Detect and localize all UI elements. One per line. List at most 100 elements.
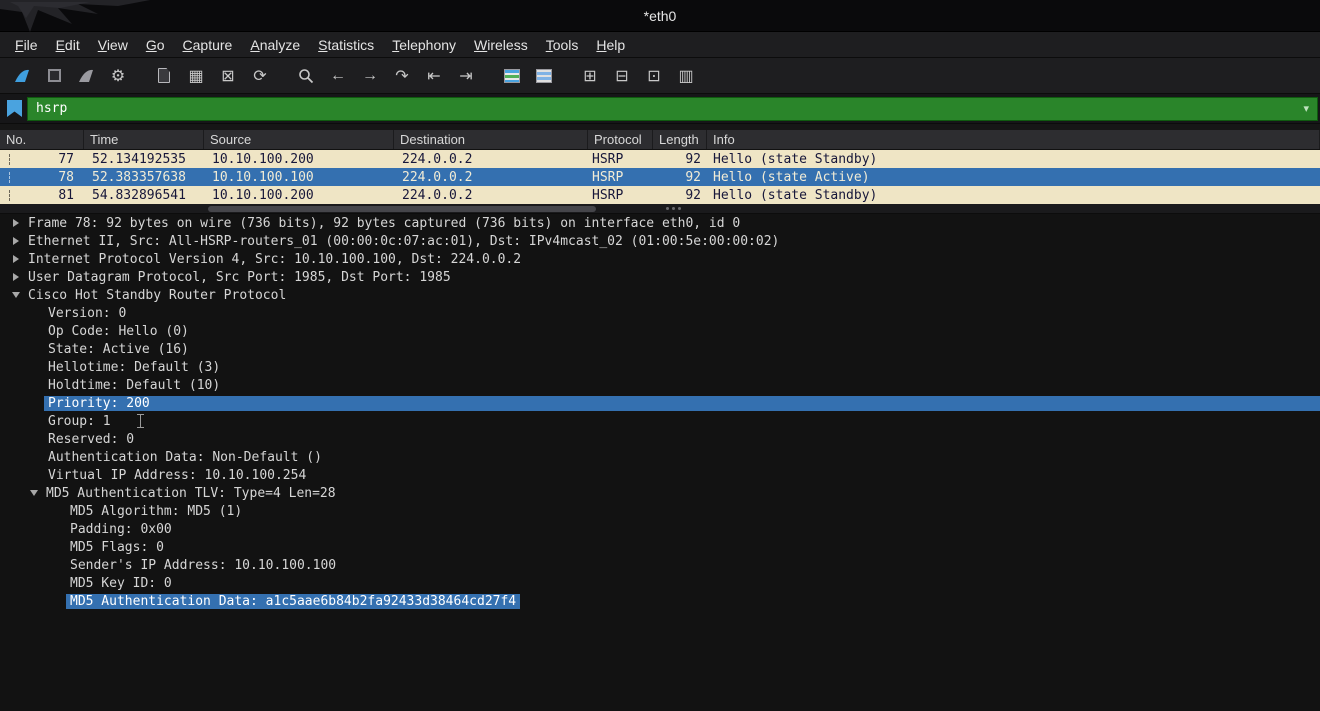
stop-capture-button[interactable] xyxy=(38,62,70,90)
detail-text: Ethernet II, Src: All-HSRP-routers_01 (0… xyxy=(24,234,783,249)
open-file-button[interactable] xyxy=(148,62,180,90)
related-packet-mark xyxy=(9,154,10,165)
shark-fin-icon xyxy=(13,68,31,84)
detail-row-hsrp[interactable]: Cisco Hot Standby Router Protocol xyxy=(0,286,1320,304)
column-header-destination[interactable]: Destination xyxy=(394,130,588,149)
column-header-source[interactable]: Source xyxy=(204,130,394,149)
cell-time: 54.832896541 xyxy=(84,188,204,203)
expander-expanded-icon[interactable] xyxy=(26,490,42,496)
arrow-to-end-icon: ⇥ xyxy=(459,66,472,86)
save-grid-icon: ▦ xyxy=(188,66,203,86)
search-icon xyxy=(298,68,314,84)
packet-row-77[interactable]: 77 52.134192535 10.10.100.200 224.0.0.2 … xyxy=(0,150,1320,168)
go-forward-button[interactable]: → xyxy=(354,62,386,90)
save-file-button[interactable]: ▦ xyxy=(180,62,212,90)
column-header-time[interactable]: Time xyxy=(84,130,204,149)
detail-row-udp[interactable]: User Datagram Protocol, Src Port: 1985, … xyxy=(0,268,1320,286)
detail-text: User Datagram Protocol, Src Port: 1985, … xyxy=(24,270,455,285)
expander-collapsed-icon[interactable] xyxy=(8,255,24,263)
document-icon xyxy=(158,68,170,83)
colorize-packets-button[interactable] xyxy=(496,62,528,90)
detail-row-state[interactable]: State: Active (16) xyxy=(0,340,1320,358)
gear-icon: ⚙ xyxy=(111,66,125,86)
arrow-to-start-icon: ⇤ xyxy=(427,66,440,86)
detail-row-md5-tlv[interactable]: MD5 Authentication TLV: Type=4 Len=28 xyxy=(0,484,1320,502)
column-header-protocol[interactable]: Protocol xyxy=(588,130,653,149)
expander-collapsed-icon[interactable] xyxy=(8,273,24,281)
menu-file[interactable]: File xyxy=(6,34,47,56)
menu-capture[interactable]: Capture xyxy=(174,34,242,56)
detail-text: Internet Protocol Version 4, Src: 10.10.… xyxy=(24,252,525,267)
detail-text: Version: 0 xyxy=(44,306,130,321)
detail-text: MD5 Flags: 0 xyxy=(66,540,168,555)
reload-file-button[interactable]: ⟳ xyxy=(244,62,276,90)
close-file-button[interactable]: ⊠ xyxy=(212,62,244,90)
pane-splitter-grip[interactable] xyxy=(660,207,686,211)
normal-size-button[interactable]: ⊡ xyxy=(638,62,670,90)
detail-row-virtual-ip[interactable]: Virtual IP Address: 10.10.100.254 xyxy=(0,466,1320,484)
detail-row-priority-selected[interactable]: Priority: 200 xyxy=(0,394,1320,412)
detail-text: Virtual IP Address: 10.10.100.254 xyxy=(44,468,310,483)
cell-no: 81 xyxy=(58,188,74,203)
detail-row-reserved[interactable]: Reserved: 0 xyxy=(0,430,1320,448)
column-header-info[interactable]: Info xyxy=(707,130,1320,149)
detail-row-md5-flags[interactable]: MD5 Flags: 0 xyxy=(0,538,1320,556)
menu-telephony[interactable]: Telephony xyxy=(383,34,465,56)
packet-row-81[interactable]: 81 54.832896541 10.10.100.200 224.0.0.2 … xyxy=(0,186,1320,204)
detail-row-holdtime[interactable]: Holdtime: Default (10) xyxy=(0,376,1320,394)
cell-source: 10.10.100.200 xyxy=(204,152,394,167)
go-to-packet-button[interactable]: ↷ xyxy=(386,62,418,90)
hscroll-handle[interactable] xyxy=(208,206,596,212)
expander-expanded-icon[interactable] xyxy=(8,292,24,298)
auto-scroll-button[interactable] xyxy=(528,62,560,90)
cell-protocol: HSRP xyxy=(588,152,653,167)
detail-row-version[interactable]: Version: 0 xyxy=(0,304,1320,322)
detail-row-frame[interactable]: Frame 78: 92 bytes on wire (736 bits), 9… xyxy=(0,214,1320,232)
detail-row-md5-auth-data-highlighted[interactable]: MD5 Authentication Data: a1c5aae6b84b2fa… xyxy=(0,592,1320,610)
filter-bookmark-icon[interactable] xyxy=(7,100,22,117)
detail-row-sender-ip[interactable]: Sender's IP Address: 10.10.100.100 xyxy=(0,556,1320,574)
menu-analyze[interactable]: Analyze xyxy=(241,34,309,56)
column-header-no[interactable]: No. xyxy=(0,130,84,149)
menu-statistics[interactable]: Statistics xyxy=(309,34,383,56)
expander-collapsed-icon[interactable] xyxy=(8,237,24,245)
capture-options-button[interactable]: ⚙ xyxy=(102,62,134,90)
menu-help[interactable]: Help xyxy=(587,34,634,56)
detail-text: Group: 1 xyxy=(44,414,115,429)
menu-go[interactable]: Go xyxy=(137,34,174,56)
detail-row-padding[interactable]: Padding: 0x00 xyxy=(0,520,1320,538)
detail-row-group[interactable]: Group: 1 xyxy=(0,412,1320,430)
zoom-out-button[interactable]: ⊟ xyxy=(606,62,638,90)
menu-edit[interactable]: Edit xyxy=(47,34,89,56)
zoom-in-button[interactable]: ⊞ xyxy=(574,62,606,90)
menu-view[interactable]: View xyxy=(89,34,137,56)
restart-capture-button[interactable] xyxy=(70,62,102,90)
column-header-length[interactable]: Length xyxy=(653,130,707,149)
filter-dropdown-arrow-icon[interactable]: ▾ xyxy=(1295,102,1317,115)
last-packet-button[interactable]: ⇥ xyxy=(450,62,482,90)
normal-size-icon: ⊡ xyxy=(647,66,660,86)
menu-tools[interactable]: Tools xyxy=(537,34,588,56)
detail-text: MD5 Authentication Data: a1c5aae6b84b2fa… xyxy=(66,594,520,609)
display-filter-input[interactable] xyxy=(28,101,1295,116)
detail-text: MD5 Algorithm: MD5 (1) xyxy=(66,504,246,519)
detail-row-hellotime[interactable]: Hellotime: Default (3) xyxy=(0,358,1320,376)
detail-row-md5-algorithm[interactable]: MD5 Algorithm: MD5 (1) xyxy=(0,502,1320,520)
detail-row-ip[interactable]: Internet Protocol Version 4, Src: 10.10.… xyxy=(0,250,1320,268)
menu-wireless[interactable]: Wireless xyxy=(465,34,537,56)
detail-row-opcode[interactable]: Op Code: Hello (0) xyxy=(0,322,1320,340)
cell-no: 77 xyxy=(58,152,74,167)
packet-row-78-selected[interactable]: 78 52.383357638 10.10.100.100 224.0.0.2 … xyxy=(0,168,1320,186)
detail-row-auth-data[interactable]: Authentication Data: Non-Default () xyxy=(0,448,1320,466)
arrow-right-icon: → xyxy=(362,67,378,85)
start-capture-button[interactable] xyxy=(6,62,38,90)
first-packet-button[interactable]: ⇤ xyxy=(418,62,450,90)
detail-row-md5-key-id[interactable]: MD5 Key ID: 0 xyxy=(0,574,1320,592)
display-filter-field: ▾ xyxy=(27,97,1318,121)
cell-destination: 224.0.0.2 xyxy=(394,170,588,185)
detail-row-ethernet[interactable]: Ethernet II, Src: All-HSRP-routers_01 (0… xyxy=(0,232,1320,250)
go-back-button[interactable]: ← xyxy=(322,62,354,90)
resize-columns-button[interactable]: ▥ xyxy=(670,62,702,90)
expander-collapsed-icon[interactable] xyxy=(8,219,24,227)
find-packet-button[interactable] xyxy=(290,62,322,90)
